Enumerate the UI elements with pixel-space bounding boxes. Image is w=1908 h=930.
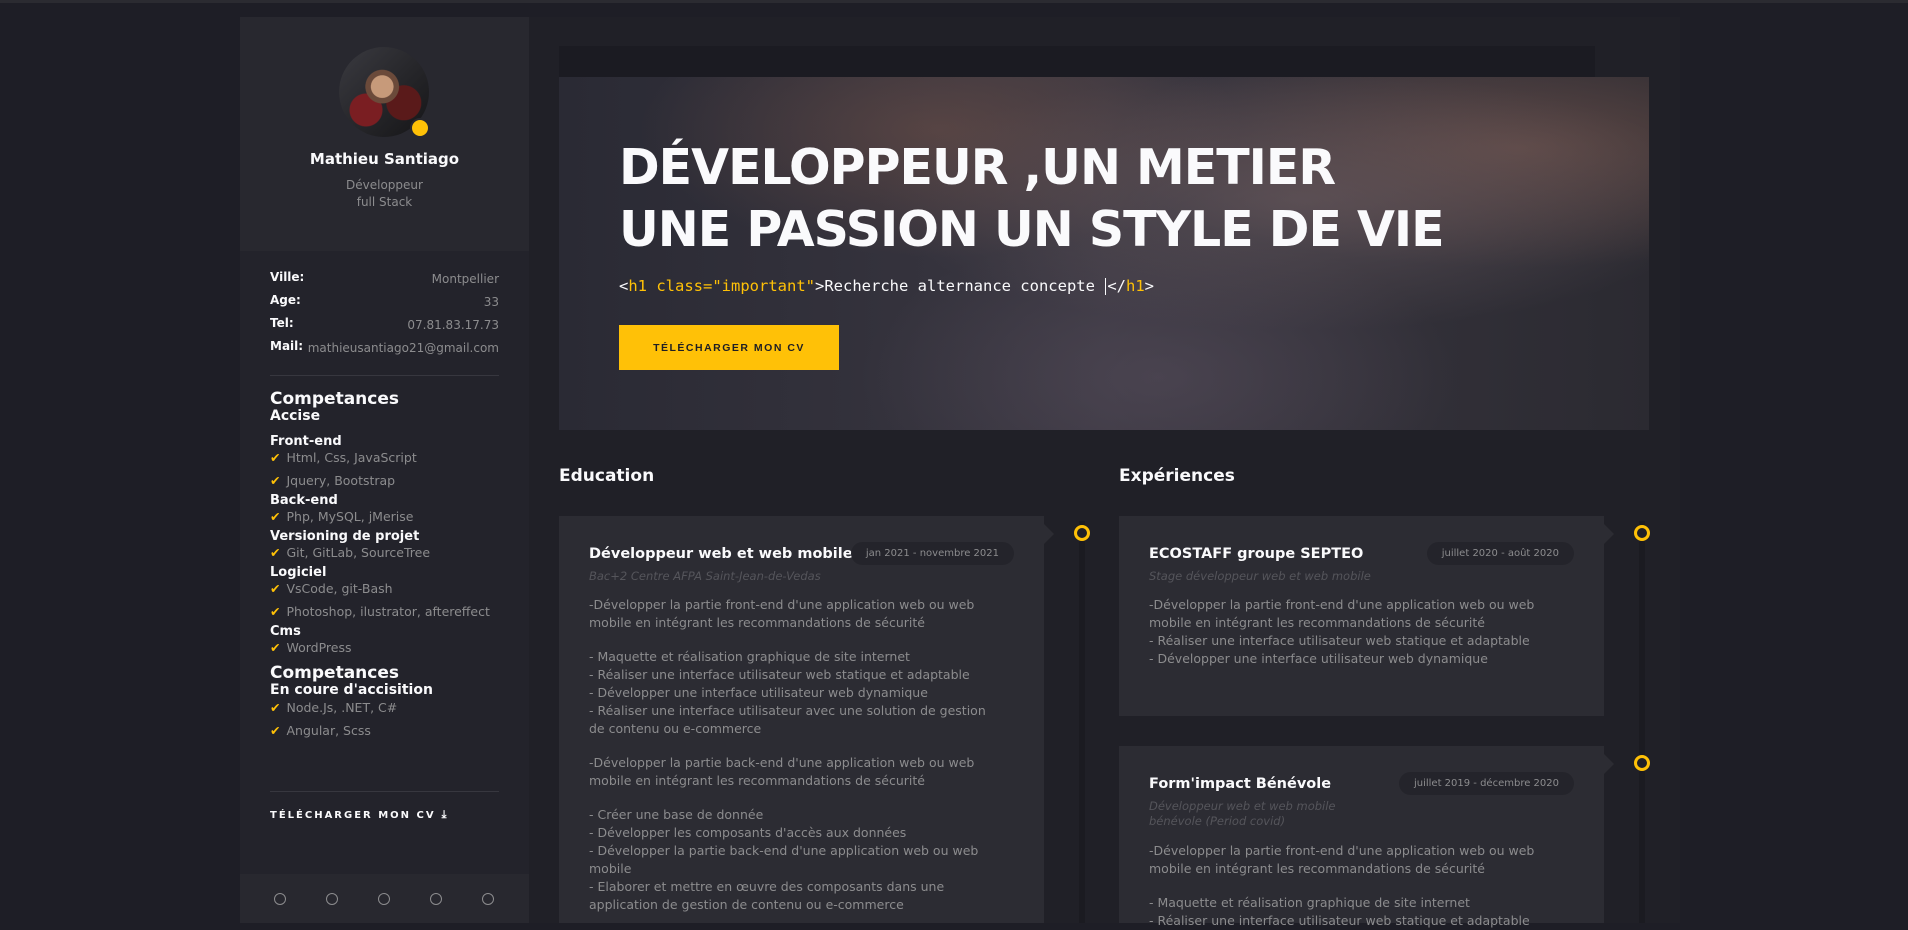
check-icon: ✔ <box>270 545 281 560</box>
skills-subheading: En coure d'accisition <box>270 682 433 698</box>
skill-item: ✔ VsCode, git-Bash <box>270 581 393 596</box>
hero-typewriter: <h1 class="important">Recherche alternan… <box>619 277 1154 295</box>
skill-category: Back-end <box>270 493 338 508</box>
hero-top-strip <box>559 46 1595 77</box>
divider <box>270 375 499 376</box>
card-title: ECOSTAFF groupe SEPTEO <box>1149 546 1364 562</box>
info-label: Mail: <box>270 339 304 353</box>
info-row-age: Age: 33 <box>270 293 499 316</box>
check-icon: ✔ <box>270 473 281 488</box>
timeline-dot-icon <box>1634 755 1650 771</box>
skill-item: ✔ Angular, Scss <box>270 723 371 738</box>
profile-role: Développeur full Stack <box>240 177 529 211</box>
info-row-city: Ville: Montpellier <box>270 270 499 293</box>
timeline-dot-icon <box>1074 525 1090 541</box>
sidebar-download-label: TÉLÉCHARGER MON CV <box>270 810 436 821</box>
skill-category: Front-end <box>270 434 342 449</box>
check-icon: ✔ <box>270 700 281 715</box>
skill-item: ✔ Git, GitLab, SourceTree <box>270 545 431 560</box>
check-icon: ✔ <box>270 581 281 596</box>
social-link-icon[interactable] <box>326 893 338 905</box>
top-border <box>0 0 1908 3</box>
check-icon: ✔ <box>270 450 281 465</box>
hero-title: DÉVELOPPEUR ,UN METIER UNE PASSION UN ST… <box>619 137 1445 261</box>
experience-card: ECOSTAFF groupe SEPTEO juillet 2020 - ao… <box>1119 516 1614 716</box>
social-bar <box>240 874 529 923</box>
hero-title-line2: UNE PASSION UN STYLE DE VIE <box>619 201 1445 258</box>
education-card: Développeur web et web mobile jan 2021 -… <box>559 516 1054 923</box>
divider <box>270 791 499 792</box>
experience-title: Expériences <box>1119 466 1235 486</box>
card-title: Développeur web et web mobile <box>589 546 853 562</box>
info-value: 33 <box>483 295 499 309</box>
info-value: 07.81.83.17.73 <box>407 318 499 332</box>
social-link-icon[interactable] <box>430 893 442 905</box>
status-dot-icon <box>410 118 430 138</box>
card-subtitle: Stage développeur web et web mobile <box>1149 569 1371 583</box>
info-label: Tel: <box>270 316 294 330</box>
skill-item: ✔ Html, Css, JavaScript <box>270 450 417 465</box>
info-label: Ville: <box>270 270 305 284</box>
check-icon: ✔ <box>270 640 281 655</box>
social-link-icon[interactable] <box>378 893 390 905</box>
info-label: Age: <box>270 293 301 307</box>
skills-subheading: Accise <box>270 408 321 424</box>
card-subtitle: Développeur web et web mobile bénévole (… <box>1149 799 1336 828</box>
check-icon: ✔ <box>270 723 281 738</box>
skill-item: ✔ Photoshop, ilustrator, aftereffect <box>270 604 490 619</box>
card-description: -Développer la partie front-end d'une ap… <box>1149 843 1535 928</box>
profile-role-line1: Développeur <box>346 178 423 192</box>
date-badge: juillet 2020 - août 2020 <box>1426 542 1574 565</box>
profile-role-line2: full Stack <box>356 195 413 209</box>
check-icon: ✔ <box>270 509 281 524</box>
hero-banner: DÉVELOPPEUR ,UN METIER UNE PASSION UN ST… <box>559 77 1649 430</box>
card-description: -Développer la partie front-end d'une ap… <box>1149 597 1535 666</box>
skill-category: Cms <box>270 624 301 639</box>
social-link-icon[interactable] <box>274 893 286 905</box>
info-value: mathieusantiago21@gmail.com <box>307 341 499 355</box>
timeline-dot-icon <box>1634 525 1650 541</box>
skill-item: ✔ Jquery, Bootstrap <box>270 473 396 488</box>
social-link-icon[interactable] <box>482 893 494 905</box>
timeline-line <box>1079 521 1085 923</box>
card-subtitle: Bac+2 Centre AFPA Saint-Jean-de-Vedas <box>589 569 821 583</box>
download-cv-button[interactable]: TÉLÉCHARGER MON CV <box>619 325 839 370</box>
profile-name: Mathieu Santiago <box>309 150 460 168</box>
skills-section: Competances Accise Front-end ✔ Html, Css,… <box>270 390 510 746</box>
timeline-line <box>1639 521 1645 923</box>
skills-heading: Competances <box>270 663 399 683</box>
skill-item: ✔ Node.Js, .NET, C# <box>270 700 398 715</box>
education-title: Education <box>559 466 655 486</box>
sidebar-download-cv-link[interactable]: TÉLÉCHARGER MON CV ⤓ <box>270 808 448 822</box>
check-icon: ✔ <box>270 604 281 619</box>
info-row-mail: Mail: mathieusantiago21@gmail.com <box>270 339 499 362</box>
skill-category: Logiciel <box>270 565 327 580</box>
info-row-tel: Tel: 07.81.83.17.73 <box>270 316 499 339</box>
skill-category: Versioning de projet <box>270 529 420 544</box>
info-value: Montpellier <box>431 272 499 286</box>
skill-item: ✔ WordPress <box>270 640 352 655</box>
experience-card: Form'impact Bénévole juillet 2019 - déce… <box>1119 746 1614 928</box>
date-badge: juillet 2019 - décembre 2020 <box>1398 772 1574 795</box>
card-title: Form'impact Bénévole <box>1149 776 1332 792</box>
profile-card: Mathieu Santiago Développeur full Stack <box>240 17 529 251</box>
skill-item: ✔ Php, MySQL, jMerise <box>270 509 414 524</box>
download-icon: ⤓ <box>441 808 449 821</box>
skills-heading: Competances <box>270 389 399 409</box>
date-badge: jan 2021 - novembre 2021 <box>850 542 1014 565</box>
typewriter-text: Recherche alternance concepte <box>824 277 1105 295</box>
hero-title-line1: DÉVELOPPEUR ,UN METIER <box>619 139 1336 196</box>
info-list: Ville: Montpellier Age: 33 Tel: 07.81.83… <box>270 270 499 362</box>
card-description: -Développer la partie front-end d'une ap… <box>589 597 986 912</box>
